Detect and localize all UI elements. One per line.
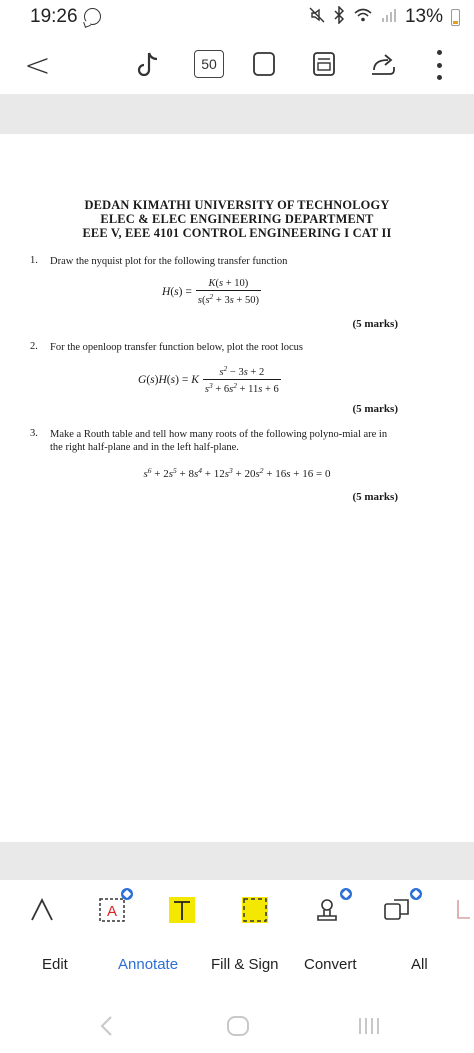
annotation-tools: A	[0, 880, 474, 936]
tiktok-icon[interactable]	[136, 50, 162, 80]
svg-text:A: A	[107, 903, 117, 920]
question-text: For the openloop transfer function below…	[50, 342, 304, 353]
premium-badge-icon	[121, 888, 133, 900]
mute-icon	[309, 7, 325, 27]
fill-area-icon[interactable]	[240, 894, 270, 924]
question-text: Draw the nyquist plot for the following …	[50, 256, 288, 267]
text-icon[interactable]	[167, 894, 197, 924]
doc-header-course: EEE V, EEE 4101 CONTROL ENGINEERING I CA…	[82, 226, 392, 240]
doc-header-university: DEDAN KIMATHI UNIVERSITY OF TECHNOLOGY	[84, 198, 390, 212]
question-text: Make a Routh table and tell how many roo…	[50, 429, 388, 453]
pages-icon[interactable]: 50	[194, 50, 224, 78]
status-bar: 19:26 13%	[0, 0, 474, 36]
question-number: 1.	[30, 255, 38, 266]
status-icons: 13%	[309, 5, 460, 28]
system-recents-icon[interactable]	[356, 1014, 380, 1043]
premium-badge-icon	[410, 888, 422, 900]
question-marks: (5 marks)	[352, 318, 398, 330]
question-marks: (5 marks)	[352, 491, 398, 503]
bottom-nav: Edit Annotate Fill & Sign Convert All	[0, 936, 474, 992]
viewer-gap-top	[0, 94, 474, 134]
convert-shapes-icon[interactable]	[382, 888, 422, 924]
wifi-icon	[353, 7, 373, 27]
premium-badge-icon	[340, 888, 352, 900]
nav-convert[interactable]: Convert	[304, 956, 357, 973]
system-back-icon[interactable]	[98, 1014, 114, 1043]
system-nav	[0, 1000, 474, 1053]
whatsapp-icon	[84, 8, 101, 25]
question-number: 2.	[30, 341, 38, 352]
equation-polynomial: s6 + 2s5 + 8s4 + 12s3 + 20s2 + 16s + 16 …	[143, 466, 331, 480]
more-icon[interactable]	[435, 50, 443, 80]
nav-edit[interactable]: Edit	[42, 956, 68, 973]
question-number: 3.	[30, 428, 38, 439]
nav-fill-sign[interactable]: Fill & Sign	[211, 956, 279, 973]
nav-annotate[interactable]: Annotate	[118, 956, 178, 973]
share-icon[interactable]	[368, 50, 398, 78]
sign-icon[interactable]	[312, 888, 352, 924]
battery-percent: 13%	[404, 6, 443, 27]
text-box-icon[interactable]: A	[97, 888, 133, 924]
fullscreen-icon[interactable]	[250, 50, 278, 78]
signal-icon	[381, 7, 397, 27]
reader-mode-icon[interactable]	[310, 50, 338, 78]
viewer-gap-bottom	[0, 842, 474, 880]
draw-icon[interactable]	[27, 894, 57, 924]
doc-header-department: ELEC & ELEC ENGINEERING DEPARTMENT	[100, 212, 374, 226]
back-icon[interactable]: <	[24, 46, 51, 84]
bluetooth-icon	[333, 5, 345, 28]
equation-openloop: G(s) H(s) = K s2 − 3s + 2 s3 + 6s2 + 11s …	[138, 364, 281, 395]
top-toolbar: < 50	[0, 36, 474, 94]
more-tools-icon[interactable]	[454, 894, 474, 924]
nav-all[interactable]: All	[411, 956, 428, 973]
system-home-icon[interactable]	[226, 1014, 250, 1043]
battery-icon	[451, 8, 460, 26]
status-time: 19:26	[30, 6, 78, 27]
question-marks: (5 marks)	[352, 403, 398, 415]
equation-transfer-function: H(s) = K(s + 10) s(s2 + 3s + 50)	[162, 278, 261, 306]
